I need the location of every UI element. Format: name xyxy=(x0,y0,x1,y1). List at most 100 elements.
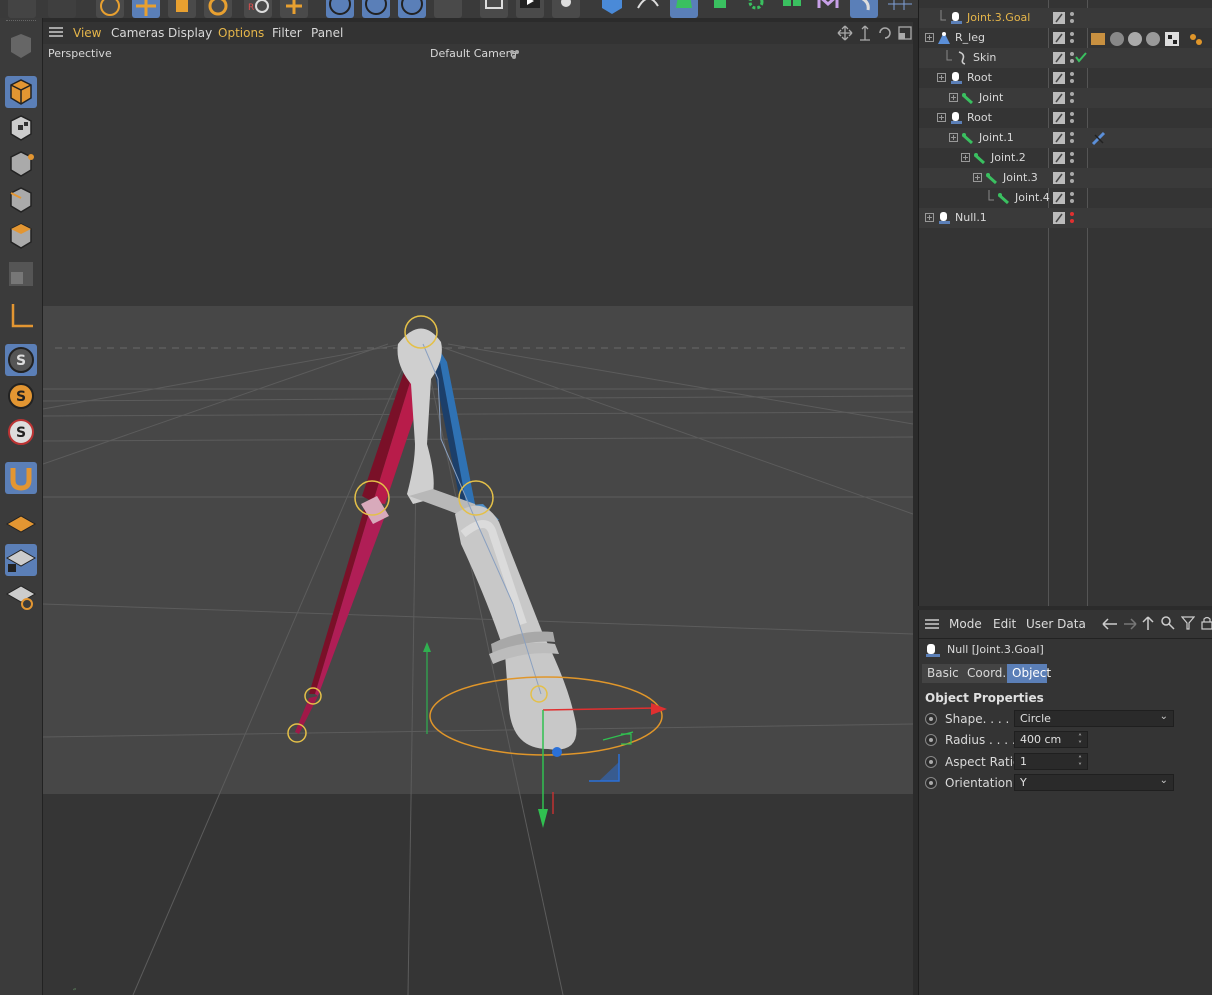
projection-label[interactable]: Perspective xyxy=(48,47,112,60)
floor-grid-icon[interactable] xyxy=(886,0,914,18)
object-name[interactable]: Root xyxy=(967,71,992,84)
object-row[interactable]: Joint.3 xyxy=(919,168,1212,188)
aspect-ratio-input[interactable]: 1 ˄ ˅ xyxy=(1014,753,1088,771)
snap-s-icon[interactable]: S xyxy=(5,344,37,376)
solo-s-icon[interactable]: S xyxy=(5,380,37,412)
texture-mode-icon[interactable] xyxy=(5,112,37,144)
object-row[interactable]: Joint xyxy=(919,88,1212,108)
tab-coord[interactable]: Coord. xyxy=(962,664,1007,683)
menu-options[interactable]: Options xyxy=(218,26,264,40)
hamburger-menu-icon[interactable] xyxy=(925,618,939,630)
uv-mode-icon[interactable] xyxy=(5,258,37,290)
object-name[interactable]: Joint.1 xyxy=(979,131,1014,144)
object-name[interactable]: Null.1 xyxy=(955,211,987,224)
hamburger-menu-icon[interactable] xyxy=(49,26,63,38)
menu-mode[interactable]: Mode xyxy=(949,617,982,631)
zoom-view-icon[interactable] xyxy=(857,25,873,41)
point-mode-icon[interactable] xyxy=(5,148,37,180)
object-row[interactable]: Root xyxy=(919,108,1212,128)
z-axis-lock-icon[interactable] xyxy=(398,0,426,18)
planar-workplane-icon[interactable] xyxy=(5,580,37,612)
object-row[interactable]: Root xyxy=(919,68,1212,88)
object-name[interactable]: Root xyxy=(967,111,992,124)
mograph-cubes-icon[interactable] xyxy=(778,0,806,18)
visibility-dots-icon[interactable] xyxy=(1069,111,1075,125)
scene-icon[interactable] xyxy=(850,0,878,18)
animate-radio-icon[interactable] xyxy=(925,713,937,725)
layer-toggle-icon[interactable] xyxy=(1053,172,1065,184)
snap-magnet-icon[interactable] xyxy=(5,462,37,494)
expand-toggle-icon[interactable] xyxy=(961,153,970,162)
menu-user-data[interactable]: User Data xyxy=(1026,617,1086,631)
expand-toggle-icon[interactable] xyxy=(925,213,934,222)
layer-toggle-icon[interactable] xyxy=(1053,12,1065,24)
render-settings-icon[interactable] xyxy=(552,0,580,18)
visibility-dots-icon[interactable] xyxy=(1069,91,1075,105)
rotate-tool-icon[interactable] xyxy=(204,0,232,18)
object-name[interactable]: Skin xyxy=(973,51,996,64)
lock-icon[interactable] xyxy=(1201,616,1212,630)
stepper-icon[interactable]: ˄ ˅ xyxy=(1078,756,1082,771)
forward-arrow-icon[interactable] xyxy=(1122,617,1138,631)
layer-toggle-icon[interactable] xyxy=(1053,112,1065,124)
layer-toggle-icon[interactable] xyxy=(1053,132,1065,144)
filter-icon[interactable] xyxy=(1181,616,1195,630)
object-name[interactable]: R_leg xyxy=(955,31,985,44)
visibility-dots-icon[interactable] xyxy=(1069,211,1075,225)
layer-toggle-icon[interactable] xyxy=(1053,52,1065,64)
add-tool-icon[interactable] xyxy=(280,0,308,18)
object-name[interactable]: Joint.3 xyxy=(1003,171,1038,184)
3d-viewport[interactable]: ″ Perspective Default Camera xyxy=(43,44,913,995)
object-row[interactable]: Null.1 xyxy=(919,208,1212,228)
edge-mode-icon[interactable] xyxy=(5,184,37,216)
material-tags[interactable] xyxy=(1091,31,1211,47)
axis-mode-icon[interactable] xyxy=(5,300,37,332)
ik-tag-icon[interactable] xyxy=(1091,131,1107,147)
object-name[interactable]: Joint.3.Goal xyxy=(967,11,1030,24)
render-view-icon[interactable] xyxy=(516,0,544,18)
object-row[interactable]: Skin xyxy=(919,48,1212,68)
menu-display[interactable]: Display xyxy=(168,26,212,40)
maximize-view-icon[interactable] xyxy=(897,25,913,41)
polygon-mode-icon[interactable] xyxy=(5,220,37,252)
move-tool-icon[interactable] xyxy=(132,0,160,18)
subdivision-surface-icon[interactable] xyxy=(670,0,698,18)
expand-toggle-icon[interactable] xyxy=(925,33,934,42)
tab-object[interactable]: Object xyxy=(1007,664,1051,683)
visibility-dots-icon[interactable] xyxy=(1069,191,1075,205)
model-mode-icon[interactable] xyxy=(5,76,37,108)
coordinate-system-icon[interactable] xyxy=(434,0,462,18)
object-row[interactable]: Joint.1 xyxy=(919,128,1212,148)
scale-tool-icon[interactable] xyxy=(168,0,196,18)
menu-panel[interactable]: Panel xyxy=(311,26,343,40)
animate-radio-icon[interactable] xyxy=(925,756,937,768)
menu-edit[interactable]: Edit xyxy=(993,617,1016,631)
visibility-dots-icon[interactable] xyxy=(1069,71,1075,85)
rotate-view-icon[interactable] xyxy=(877,25,893,41)
lock-workplane-icon[interactable] xyxy=(5,544,37,576)
object-row[interactable]: Joint.4 xyxy=(919,188,1212,208)
layer-toggle-icon[interactable] xyxy=(1053,192,1065,204)
layer-toggle-icon[interactable] xyxy=(1053,152,1065,164)
visibility-dots-icon[interactable] xyxy=(1069,151,1075,165)
solo-off-icon[interactable]: S xyxy=(5,416,37,448)
animate-radio-icon[interactable] xyxy=(925,777,937,789)
visibility-dots-icon[interactable] xyxy=(1069,11,1075,25)
menu-filter[interactable]: Filter xyxy=(272,26,302,40)
object-name[interactable]: Joint xyxy=(979,91,1003,104)
expand-toggle-icon[interactable] xyxy=(973,173,982,182)
workplane-icon[interactable] xyxy=(5,508,37,540)
expand-toggle-icon[interactable] xyxy=(949,93,958,102)
render-region-icon[interactable] xyxy=(480,0,508,18)
object-name[interactable]: Joint.2 xyxy=(991,151,1026,164)
y-axis-lock-icon[interactable] xyxy=(362,0,390,18)
layer-toggle-icon[interactable] xyxy=(1053,212,1065,224)
up-arrow-icon[interactable] xyxy=(1141,615,1155,631)
expand-toggle-icon[interactable] xyxy=(949,133,958,142)
extrude-icon[interactable] xyxy=(706,0,734,18)
layer-toggle-icon[interactable] xyxy=(1053,72,1065,84)
checkmark-icon[interactable] xyxy=(1075,51,1087,63)
layer-toggle-icon[interactable] xyxy=(1053,32,1065,44)
redo-button[interactable] xyxy=(48,0,76,18)
shape-dropdown[interactable]: Circle ⌄ xyxy=(1014,710,1174,727)
